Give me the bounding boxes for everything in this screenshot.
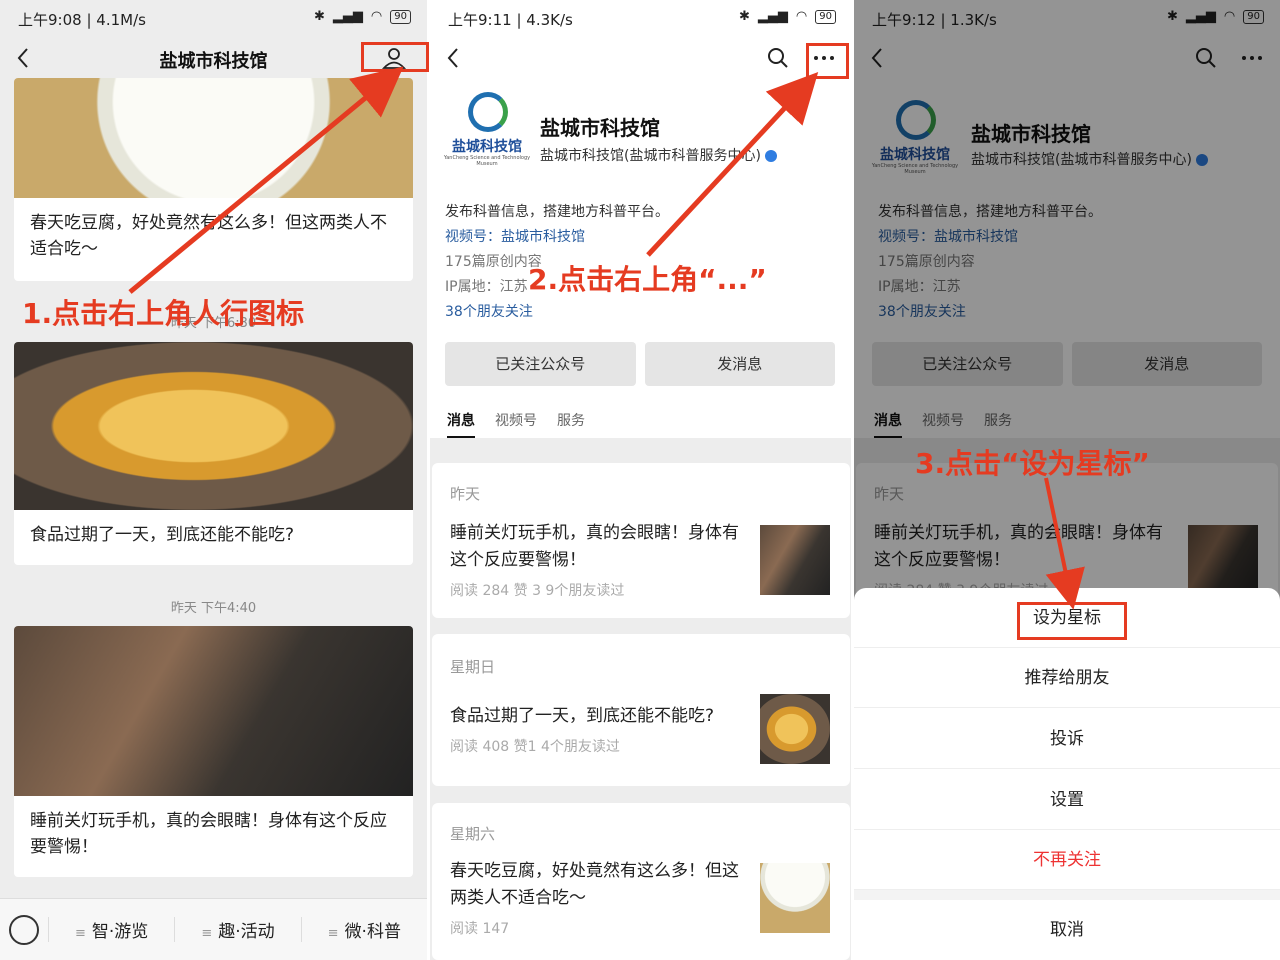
wifi-icon: ◠ (370, 9, 383, 24)
followed-button[interactable]: 已关注公众号 (445, 342, 636, 386)
message-card[interactable]: 星期六 春天吃豆腐，好处竟然有这么多！但这两类人不适合吃～ 阅读 147 (432, 803, 850, 960)
bluetooth-icon: ✱ (739, 9, 750, 24)
status-bar: 上午9:11 | 4.3K/s ✱ ▂▄▆ ◠ 90 (430, 0, 852, 38)
article-image (14, 626, 413, 796)
friends-following[interactable]: 38个朋友关注 (445, 300, 669, 325)
message-title: 食品过期了一天，到底还能不能吃? (450, 706, 715, 726)
message-title: 睡前关灯玩手机，真的会眼瞎！身体有这个反应要警惕！ (450, 523, 739, 570)
highlight-box (361, 42, 429, 72)
message-thumbnail (760, 863, 830, 933)
account-name: 盐城市科技馆 (540, 116, 660, 140)
logo-emblem-icon (468, 92, 508, 132)
menu-lines-icon: ≡ (327, 926, 339, 941)
back-icon[interactable] (442, 44, 466, 72)
step3-annotation: 3.点击“设为星标” (915, 447, 1150, 480)
profile-tabs: 消息 视频号 服务 (447, 410, 585, 438)
bottom-menu: ≡ 智·游览 ≡ 趣·活动 ≡ 微·科普 (0, 898, 427, 960)
recommend-option[interactable]: 推荐给朋友 (854, 648, 1280, 708)
message-meta: 阅读 284 赞 3 9个朋友读过 (450, 583, 625, 599)
cancel-option[interactable]: 取消 (854, 900, 1280, 960)
settings-option[interactable]: 设置 (854, 770, 1280, 830)
tab-services[interactable]: 服务 (557, 410, 585, 438)
message-date: 昨天 (450, 485, 481, 503)
send-message-button[interactable]: 发消息 (644, 342, 835, 386)
battery-icon: 90 (815, 9, 836, 24)
menu-item[interactable]: ≡ 趣·活动 (174, 917, 300, 942)
article-image (14, 342, 413, 510)
message-thumbnail (760, 525, 830, 595)
battery-icon: 90 (390, 9, 411, 24)
search-icon[interactable] (766, 46, 790, 70)
message-card[interactable]: 昨天 睡前关灯玩手机，真的会眼瞎！身体有这个反应要警惕！ 阅读 284 赞 3 … (432, 463, 850, 618)
account-description[interactable]: 发布科普信息，搭建地方科普平台。 (445, 200, 669, 225)
complain-option[interactable]: 投诉 (854, 709, 1280, 769)
verified-icon (764, 150, 777, 162)
action-sheet: 设为星标 推荐给朋友 投诉 设置 不再关注 取消 (854, 588, 1280, 960)
article-title: 春天吃豆腐，好处竟然有这么多！但这两类人不适合吃～ (30, 213, 387, 259)
unfollow-option[interactable]: 不再关注 (854, 830, 1280, 890)
profile-screen: 上午9:11 | 4.3K/s ✱ ▂▄▆ ◠ 90 盐城科技馆 YanCheng S… (430, 0, 852, 960)
status-time: 上午9:08 | 4.1M/s (18, 11, 146, 29)
account-logo: 盐城科技馆 YanCheng Science and Technology Mu… (442, 92, 532, 167)
status-bar: 上午9:08 | 4.1M/s ✱ ▂▄▆ ◠ 90 (0, 0, 427, 38)
chat-screen: 上午9:08 | 4.1M/s ✱ ▂▄▆ ◠ 90 盐城市科技馆 春天吃豆腐，好处竟… (0, 0, 427, 960)
wifi-icon: ◠ (795, 9, 808, 24)
article-card[interactable]: 春天吃豆腐，好处竟然有这么多！但这两类人不适合吃～ (14, 78, 413, 281)
message-meta: 阅读 408 赞1 4个朋友读过 (450, 739, 620, 755)
signal-icon: ▂▄▆ (332, 9, 363, 24)
article-title: 睡前关灯玩手机，真的会眼瞎！身体有这个反应要警惕！ (30, 811, 387, 857)
highlight-box (1017, 602, 1127, 640)
article-title: 食品过期了一天，到底还能不能吃? (30, 525, 295, 545)
article-image (14, 78, 413, 198)
article-card[interactable]: 食品过期了一天，到底还能不能吃? (14, 342, 413, 565)
message-date: 星期六 (450, 825, 496, 843)
highlight-box (806, 43, 849, 79)
keyboard-icon[interactable] (9, 914, 39, 945)
menu-item[interactable]: ≡ 微·科普 (300, 917, 427, 942)
message-meta: 阅读 147 (450, 921, 510, 937)
menu-lines-icon: ≡ (75, 926, 86, 941)
channel-link[interactable]: 视频号：盐城市科技馆 (445, 225, 669, 250)
timestamp: 昨天 下午4:40 (170, 601, 257, 616)
message-card[interactable]: 星期日 食品过期了一天，到底还能不能吃? 阅读 408 赞1 4个朋友读过 (432, 634, 850, 786)
message-date: 星期日 (450, 658, 496, 676)
article-card[interactable]: 睡前关灯玩手机，真的会眼瞎！身体有这个反应要警惕！ (14, 626, 413, 877)
step1-annotation: 1.点击右上角人行图标 (22, 297, 305, 330)
tab-messages[interactable]: 消息 (447, 410, 475, 438)
message-title: 春天吃豆腐，好处竟然有这么多！但这两类人不适合吃～ (450, 861, 739, 908)
bluetooth-icon: ✱ (314, 9, 325, 24)
message-thumbnail (760, 694, 830, 764)
menu-item[interactable]: ≡ 智·游览 (48, 917, 174, 942)
status-time: 上午9:11 | 4.3K/s (448, 11, 573, 29)
account-fullname: 盐城市科技馆(盐城市科普服务中心) (540, 145, 777, 165)
tab-channels[interactable]: 视频号 (495, 410, 537, 438)
menu-lines-icon: ≡ (201, 926, 213, 941)
signal-icon: ▂▄▆ (757, 9, 788, 24)
step2-annotation: 2.点击右上角“...” (528, 263, 767, 296)
